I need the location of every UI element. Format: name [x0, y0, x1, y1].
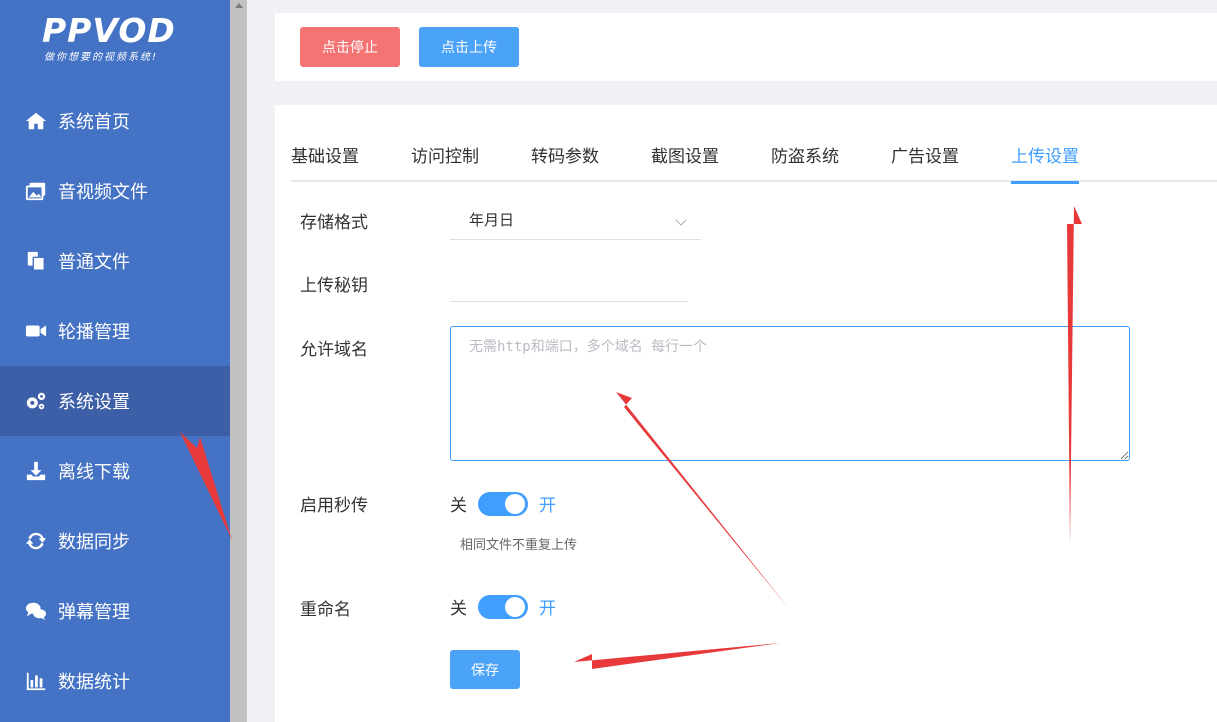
chevron-down-icon	[675, 214, 687, 226]
tab-screenshot[interactable]: 截图设置	[651, 142, 719, 182]
media-files-icon	[24, 180, 48, 202]
sidebar-item-label: 系统设置	[58, 392, 130, 413]
storage-format-label: 存储格式	[300, 213, 368, 233]
sidebar-item-label: 轮播管理	[58, 322, 130, 343]
sidebar-item-label: 弹幕管理	[58, 602, 130, 623]
sidebar-item-label: 数据同步	[58, 532, 130, 553]
upload-key-label: 上传秘钥	[300, 276, 368, 296]
toggle-knob	[505, 596, 525, 617]
switch-on-label: 开	[539, 496, 556, 516]
sidebar-item-files[interactable]: 普通文件	[0, 226, 230, 296]
download-icon	[24, 460, 48, 482]
sidebar-item-home[interactable]: 系统首页	[0, 86, 230, 156]
storage-format-select[interactable]: 年月日	[450, 202, 701, 240]
rename-toggle[interactable]	[478, 594, 528, 619]
switch-off-label: 关	[450, 599, 467, 619]
switch-on-label: 开	[539, 599, 556, 619]
settings-panel: 基础设置 访问控制 转码参数 截图设置 防盗系统 广告设置 上传设置 存储格式 …	[275, 105, 1217, 722]
bar-chart-icon	[24, 670, 48, 692]
sidebar-item-label: 数据统计	[58, 672, 130, 693]
sidebar-nav: 系统首页 音视频文件 普通文件 轮播管理 系统设置 离线下载 数据同步 弹幕管理…	[0, 86, 230, 716]
sidebar-item-danmaku[interactable]: 弹幕管理	[0, 576, 230, 646]
sidebar-item-label: 离线下载	[58, 462, 130, 483]
scroll-up-arrow-icon[interactable]	[235, 3, 243, 8]
sidebar-item-media-files[interactable]: 音视频文件	[0, 156, 230, 226]
instant-upload-hint: 相同文件不重复上传	[460, 538, 578, 553]
sidebar-item-carousel[interactable]: 轮播管理	[0, 296, 230, 366]
sidebar: PPVOD 做你想要的视频系统! 系统首页 音视频文件 普通文件 轮播管理 系统…	[0, 0, 230, 722]
tab-ads[interactable]: 广告设置	[891, 142, 959, 182]
sidebar-item-statistics[interactable]: 数据统计	[0, 646, 230, 716]
allowed-domains-label: 允许域名	[300, 340, 368, 360]
storage-format-value: 年月日	[469, 211, 515, 229]
rename-label: 重命名	[300, 600, 351, 620]
stop-button[interactable]: 点击停止	[300, 27, 400, 67]
sidebar-item-settings[interactable]: 系统设置	[0, 366, 230, 436]
logo-slogan: 做你想要的视频系统!	[44, 52, 159, 63]
tab-basic[interactable]: 基础设置	[291, 142, 359, 182]
logo: PPVOD 做你想要的视频系统!	[42, 14, 192, 64]
sidebar-item-label: 音视频文件	[58, 182, 148, 203]
tab-upload-settings[interactable]: 上传设置	[1011, 142, 1079, 184]
sidebar-item-offline-download[interactable]: 离线下载	[0, 436, 230, 506]
sidebar-item-label: 系统首页	[58, 112, 130, 133]
toggle-knob	[505, 493, 525, 514]
save-button[interactable]: 保存	[450, 650, 520, 689]
instant-upload-toggle[interactable]	[478, 491, 528, 516]
home-icon	[24, 110, 48, 132]
instant-upload-label: 启用秒传	[300, 496, 368, 516]
upload-button[interactable]: 点击上传	[419, 27, 519, 67]
tab-transcode[interactable]: 转码参数	[531, 142, 599, 182]
settings-tabs: 基础设置 访问控制 转码参数 截图设置 防盗系统 广告设置 上传设置	[291, 142, 1217, 184]
sync-icon	[24, 530, 48, 552]
tab-access-control[interactable]: 访问控制	[411, 142, 479, 182]
sidebar-scrollbar[interactable]	[230, 0, 247, 722]
switch-off-label: 关	[450, 496, 467, 516]
sidebar-item-label: 普通文件	[58, 252, 130, 273]
action-bar: 点击停止 点击上传	[275, 13, 1217, 81]
tab-anti-theft[interactable]: 防盗系统	[771, 142, 839, 182]
files-icon	[24, 250, 48, 272]
chat-bubbles-icon	[24, 600, 48, 622]
upload-key-input[interactable]	[450, 266, 688, 302]
sidebar-item-data-sync[interactable]: 数据同步	[0, 506, 230, 576]
gears-icon	[24, 390, 48, 412]
rename-switch-row: 关 开	[450, 594, 556, 619]
logo-text: PPVOD	[42, 11, 176, 50]
allowed-domains-textarea[interactable]	[450, 326, 1130, 461]
instant-upload-switch-row: 关 开	[450, 491, 556, 516]
video-camera-icon	[24, 320, 48, 342]
